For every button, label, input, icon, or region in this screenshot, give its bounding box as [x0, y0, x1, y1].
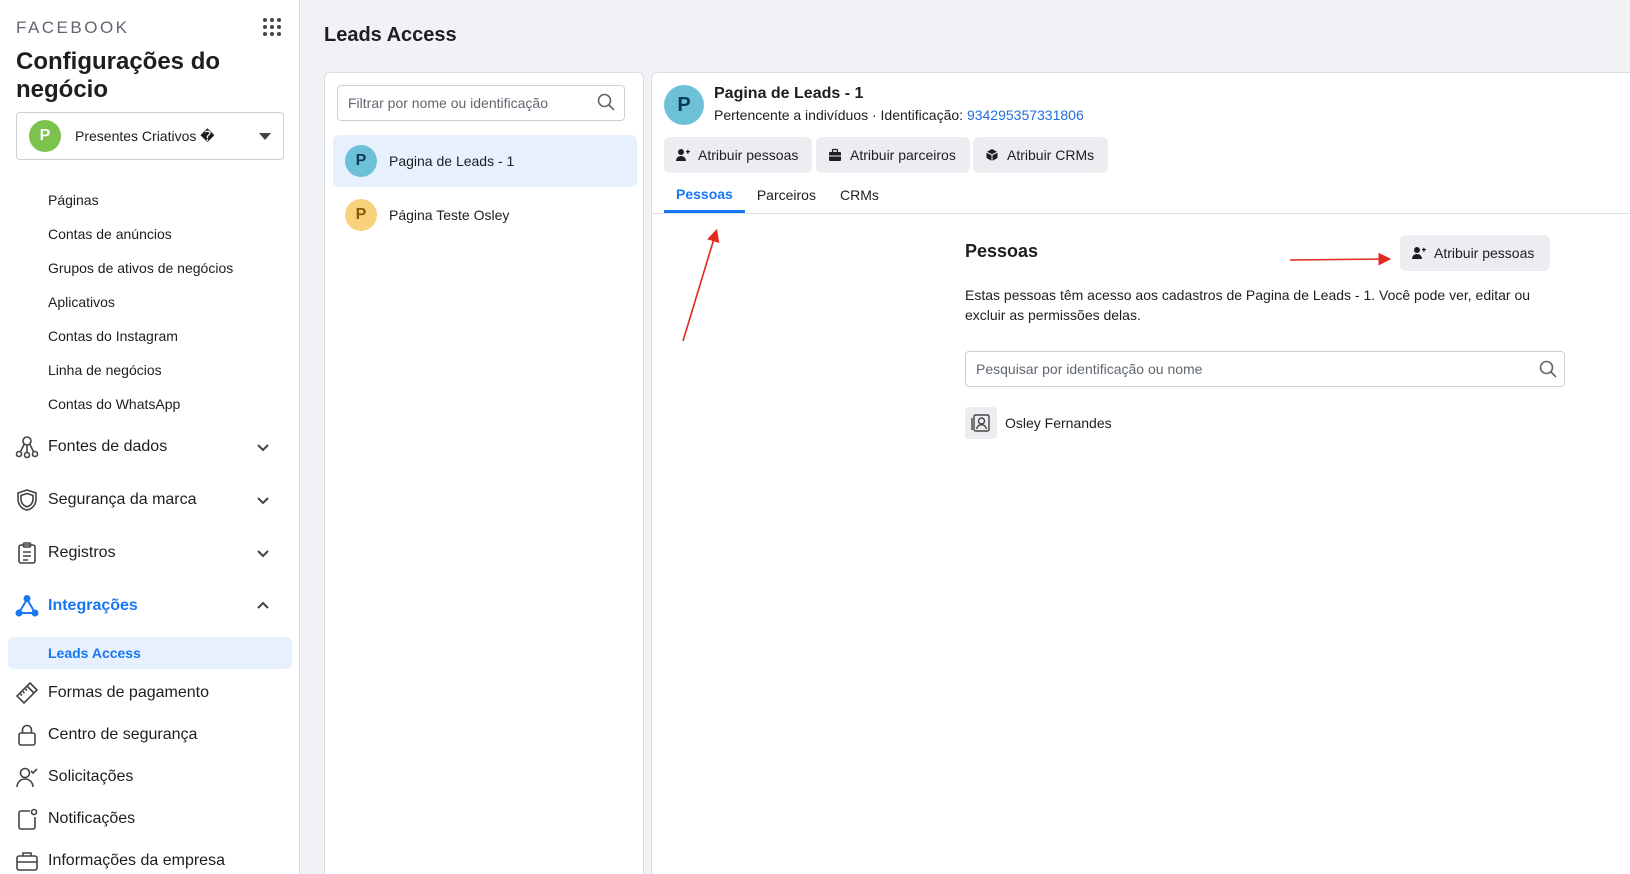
- sidebar-item-leads-access[interactable]: Leads Access: [8, 637, 292, 669]
- add-person-icon: [1412, 246, 1426, 260]
- sidebar-item-informacoes-empresa[interactable]: Informações da empresa: [14, 846, 284, 874]
- chevron-down-icon: [256, 493, 270, 507]
- notification-icon: [14, 806, 40, 832]
- list-item[interactable]: P Página Teste Osley: [333, 189, 637, 241]
- page-detail-panel: P Pagina de Leads - 1 Pertencente a indi…: [651, 72, 1630, 874]
- sidebar-item-paginas[interactable]: Páginas: [48, 192, 99, 208]
- sidebar-item-grupos-ativos[interactable]: Grupos de ativos de negócios: [48, 260, 233, 276]
- button-label: Atribuir parceiros: [850, 147, 956, 163]
- sidebar-item-solicitacoes[interactable]: Solicitações: [14, 762, 284, 792]
- search-icon: [1539, 360, 1557, 378]
- button-label: Atribuir CRMs: [1007, 147, 1095, 163]
- assign-crms-button[interactable]: Atribuir CRMs: [973, 137, 1109, 173]
- sidebar-item-fontes-dados[interactable]: Fontes de dados: [14, 432, 284, 462]
- business-name: Presentes Criativos �: [75, 127, 215, 144]
- sidebar-item-integracoes[interactable]: Integrações: [14, 591, 284, 621]
- sidebar-item-label: Registros: [48, 544, 116, 561]
- briefcase-icon: [14, 848, 40, 874]
- sidebar-item-label: Formas de pagamento: [48, 684, 209, 701]
- page-title: Leads Access: [324, 24, 457, 46]
- integrations-icon: [14, 593, 40, 619]
- list-item-label: Página Teste Osley: [389, 207, 510, 223]
- page-avatar: P: [345, 199, 377, 231]
- sidebar-item-contas-instagram[interactable]: Contas do Instagram: [48, 328, 178, 344]
- data-sources-icon: [14, 434, 40, 460]
- tab-crms[interactable]: CRMs: [828, 177, 891, 213]
- detail-tabs: Pessoas Parceiros CRMs: [664, 177, 891, 213]
- button-label: Atribuir pessoas: [1434, 245, 1535, 261]
- chevron-down-icon: [256, 546, 270, 560]
- business-settings-title: Configurações do negócio: [16, 48, 221, 103]
- assign-partners-button[interactable]: Atribuir parceiros: [816, 137, 970, 173]
- sidebar-item-registros[interactable]: Registros: [14, 538, 284, 568]
- sidebar-item-aplicativos[interactable]: Aplicativos: [48, 294, 115, 310]
- sidebar-item-label: Solicitações: [48, 768, 134, 785]
- caret-down-icon: [259, 132, 271, 140]
- tab-parceiros[interactable]: Parceiros: [745, 177, 828, 213]
- sidebar-item-linha-negocios[interactable]: Linha de negócios: [48, 362, 162, 378]
- filter-input[interactable]: [337, 85, 625, 121]
- sidebar-item-label: Integrações: [48, 597, 138, 614]
- clipboard-icon: [14, 540, 40, 566]
- page-name: Pagina de Leads - 1: [714, 85, 864, 102]
- chevron-up-icon: [256, 599, 270, 613]
- chevron-down-icon: [256, 440, 270, 454]
- sidebar-item-seguranca-marca[interactable]: Segurança da marca: [14, 485, 284, 515]
- add-person-icon: [676, 148, 690, 162]
- button-label: Atribuir pessoas: [698, 147, 799, 163]
- person-name: Osley Fernandes: [1005, 415, 1112, 431]
- section-description: Estas pessoas têm acesso aos cadastros d…: [965, 287, 1531, 323]
- sidebar: FACEBOOK Configurações do negócio P Pres…: [0, 0, 300, 874]
- shield-icon: [14, 487, 40, 513]
- cube-icon: [985, 148, 999, 162]
- sidebar-item-label: Segurança da marca: [48, 491, 197, 508]
- sidebar-item-contas-anuncios[interactable]: Contas de anúncios: [48, 226, 172, 242]
- list-item[interactable]: P Pagina de Leads - 1: [333, 135, 637, 187]
- page-avatar: P: [664, 85, 704, 125]
- apps-grid-icon[interactable]: [262, 17, 282, 37]
- ownership-text: Pertencente a indivíduos · Identificação…: [714, 107, 967, 123]
- page-avatar: P: [345, 145, 377, 177]
- sidebar-item-contas-whatsapp[interactable]: Contas do WhatsApp: [48, 396, 180, 412]
- sidebar-item-label: Fontes de dados: [48, 438, 168, 455]
- page-meta: Pertencente a indivíduos · Identificação…: [714, 107, 1084, 123]
- business-avatar: P: [29, 120, 61, 152]
- sidebar-item-label: Leads Access: [48, 645, 141, 661]
- list-item[interactable]: Osley Fernandes: [965, 407, 1112, 439]
- lock-icon: [14, 722, 40, 748]
- sidebar-item-label: Centro de segurança: [48, 726, 198, 743]
- sidebar-item-label: Notificações: [48, 810, 136, 827]
- brand-logo-text: FACEBOOK: [16, 18, 130, 37]
- sidebar-item-notificacoes[interactable]: Notificações: [14, 804, 284, 834]
- section-title: Pessoas: [965, 241, 1039, 261]
- people-search-input[interactable]: [965, 351, 1565, 387]
- search-icon: [597, 93, 615, 111]
- briefcase-icon: [828, 148, 842, 162]
- sidebar-item-formas-pagamento[interactable]: Formas de pagamento: [14, 678, 284, 708]
- business-selector[interactable]: P Presentes Criativos �: [16, 112, 284, 160]
- person-placeholder-icon: [965, 407, 997, 439]
- tab-pessoas[interactable]: Pessoas: [664, 177, 745, 213]
- assign-people-button-secondary[interactable]: Atribuir pessoas: [1400, 235, 1551, 271]
- list-item-label: Pagina de Leads - 1: [389, 153, 515, 169]
- user-check-icon: [14, 764, 40, 790]
- sidebar-item-centro-seguranca[interactable]: Centro de segurança: [14, 720, 284, 750]
- pages-list-panel: P Pagina de Leads - 1 P Página Teste Osl…: [324, 72, 644, 874]
- tabs-divider: [652, 213, 1630, 214]
- credit-card-icon: [14, 680, 40, 706]
- sidebar-item-label: Informações da empresa: [48, 852, 225, 869]
- assign-people-button[interactable]: Atribuir pessoas: [664, 137, 813, 173]
- page-id-link[interactable]: 934295357331806: [967, 107, 1084, 123]
